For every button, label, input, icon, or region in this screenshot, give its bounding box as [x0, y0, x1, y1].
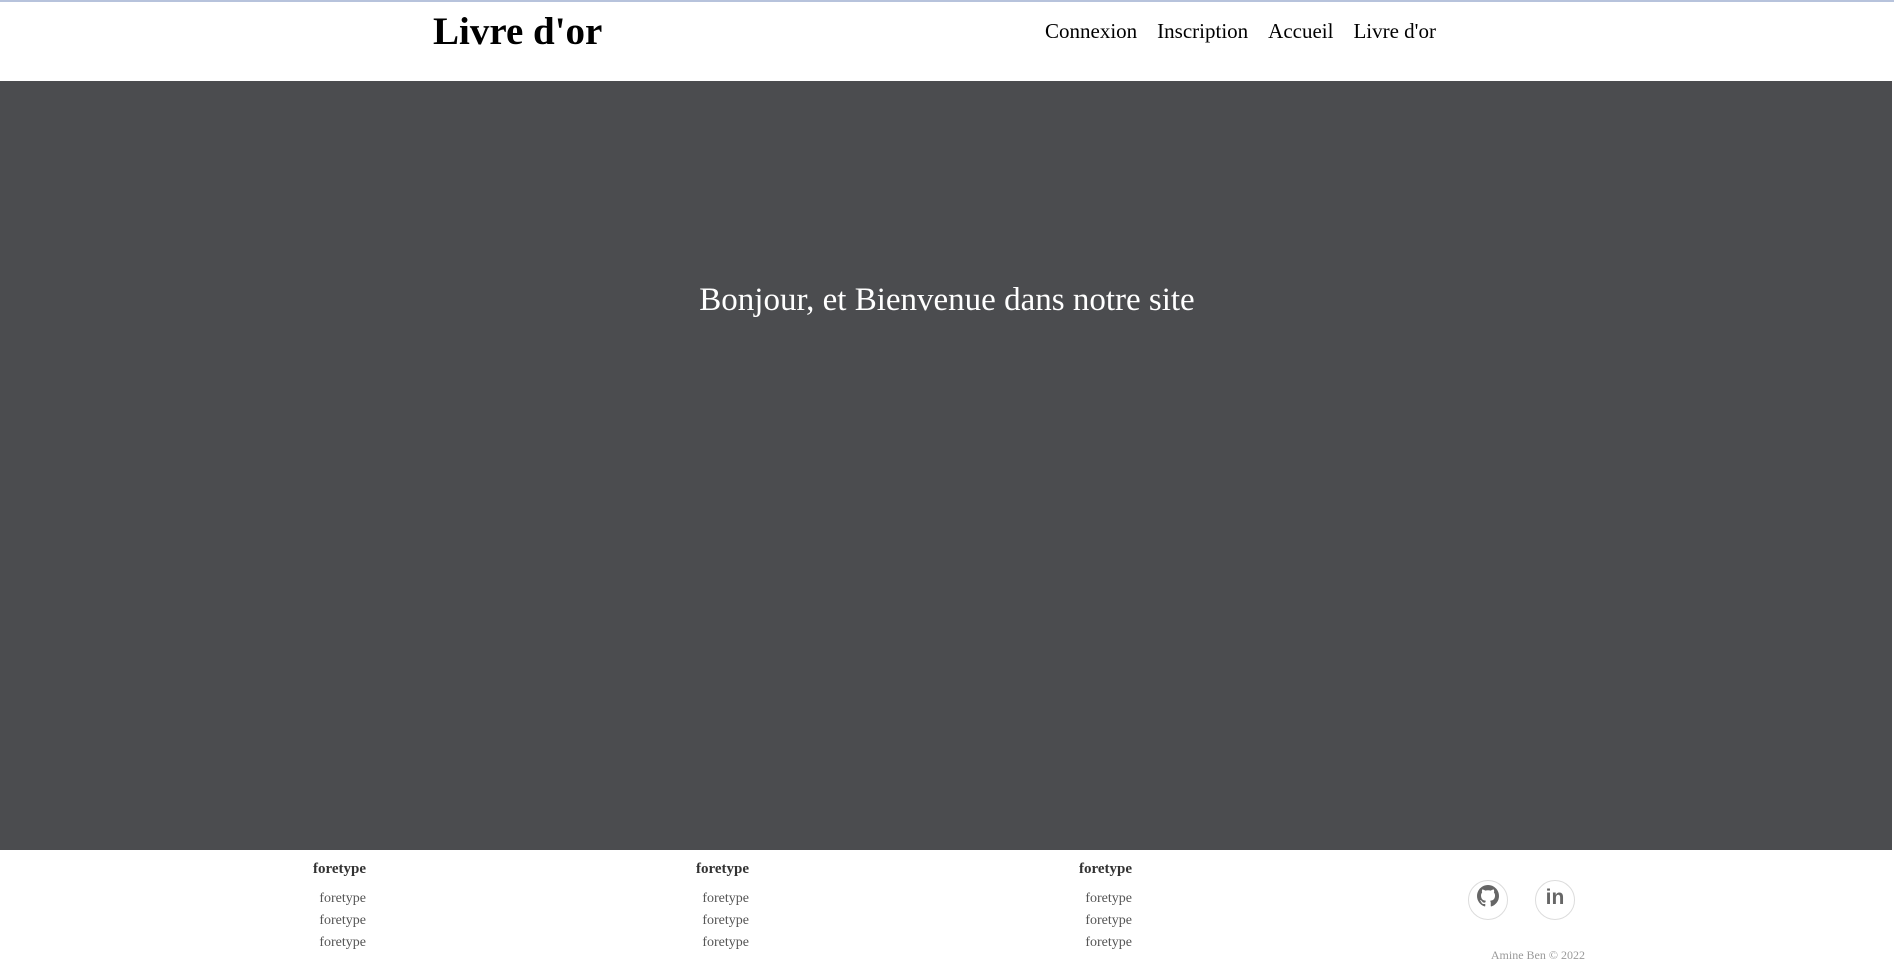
footer-link[interactable]: foretype	[246, 932, 366, 954]
footer-link[interactable]: foretype	[1012, 932, 1132, 954]
nav-link-accueil[interactable]: Accueil	[1268, 18, 1333, 44]
footer-link[interactable]: foretype	[629, 888, 749, 910]
github-icon	[1477, 885, 1499, 907]
nav-link-connexion[interactable]: Connexion	[1045, 18, 1137, 44]
nav-link-livre-dor[interactable]: Livre d'or	[1353, 18, 1436, 44]
site-title: Livre d'or	[433, 10, 603, 53]
footer-column-heading: foretype	[695, 861, 749, 877]
footer-link[interactable]: foretype	[246, 888, 366, 910]
footer-link[interactable]: foretype	[629, 910, 749, 932]
footer-column-heading: foretype	[312, 861, 366, 877]
github-link[interactable]	[1468, 880, 1508, 920]
hero-section: Bonjour, et Bienvenue dans notre site	[0, 81, 1894, 850]
copyright-text: Amine Ben © 2022	[1490, 948, 1585, 962]
footer-link-list: foretype foretype foretype	[246, 888, 366, 954]
footer-link[interactable]: foretype	[1012, 888, 1132, 910]
site-header: Livre d'or Connexion Inscription Accueil…	[0, 2, 1894, 81]
main-nav: Connexion Inscription Accueil Livre d'or	[1045, 18, 1436, 44]
footer-column-3: foretype foretype foretype foretype	[1012, 860, 1132, 954]
footer-column-2: foretype foretype foretype foretype	[629, 860, 749, 954]
linkedin-link[interactable]: in	[1535, 880, 1575, 920]
footer-link-list: foretype foretype foretype	[629, 888, 749, 954]
footer-column-heading: foretype	[1078, 861, 1132, 877]
welcome-message: Bonjour, et Bienvenue dans notre site	[699, 282, 1195, 318]
site-footer: foretype foretype foretype foretype fore…	[0, 850, 1894, 969]
footer-column-1: foretype foretype foretype foretype	[246, 860, 366, 954]
footer-link-list: foretype foretype foretype	[1012, 888, 1132, 954]
footer-link[interactable]: foretype	[1012, 910, 1132, 932]
linkedin-icon: in	[1545, 885, 1565, 909]
nav-link-inscription[interactable]: Inscription	[1157, 18, 1248, 44]
page: Livre d'or Connexion Inscription Accueil…	[0, 0, 1894, 969]
footer-link[interactable]: foretype	[246, 910, 366, 932]
footer-link[interactable]: foretype	[629, 932, 749, 954]
